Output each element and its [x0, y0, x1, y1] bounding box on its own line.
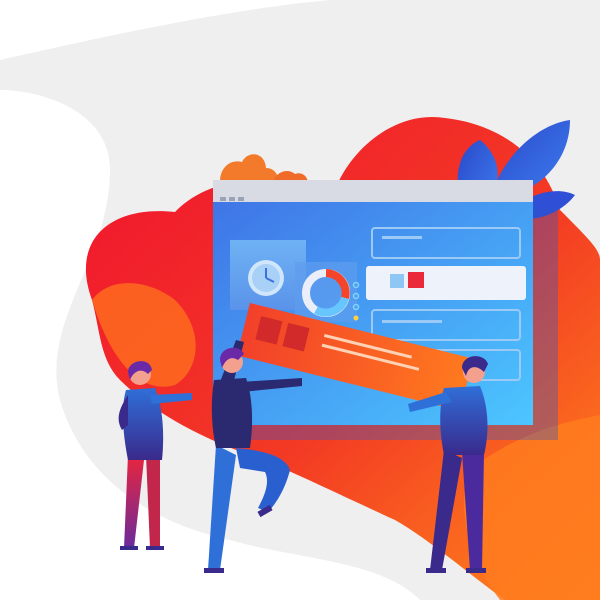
window-titlebar: [213, 180, 533, 202]
row-line: [382, 320, 442, 323]
row-swatch-blue: [390, 274, 404, 288]
illustration-scene: [0, 0, 600, 600]
row-line: [382, 236, 422, 239]
illustration-svg: [0, 0, 600, 600]
window-dots-icon: [220, 197, 244, 201]
clock-icon: [248, 260, 284, 296]
row-swatch-red: [408, 272, 424, 288]
